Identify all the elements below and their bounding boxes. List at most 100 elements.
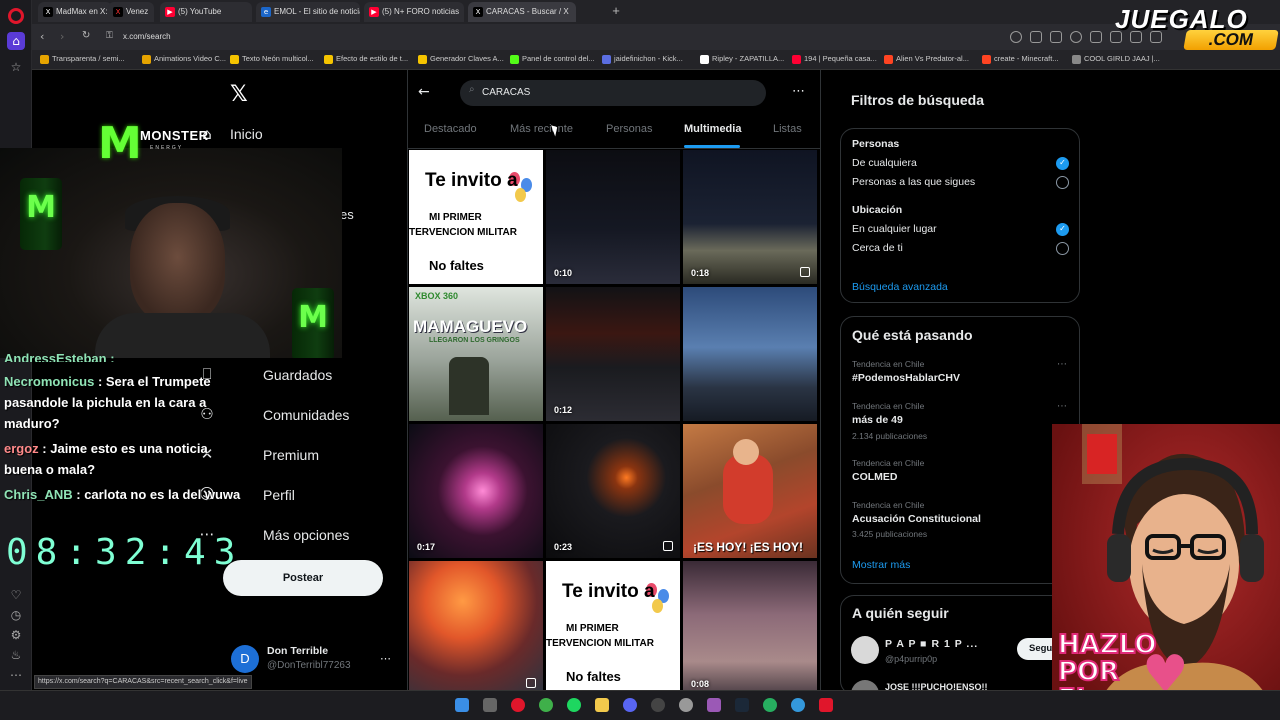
avatar[interactable] (851, 636, 879, 664)
media-tile[interactable]: 0:18 (683, 150, 817, 284)
discord-icon[interactable] (623, 698, 637, 712)
app-icon[interactable] (679, 698, 693, 712)
account-menu-icon[interactable]: ⋯ (380, 652, 391, 665)
search-page-icon[interactable] (1010, 31, 1022, 43)
more-icon[interactable]: ⋯ (1057, 359, 1067, 370)
opera-logo-icon[interactable] (8, 8, 24, 24)
bookmark-item[interactable]: Animations Video C... (142, 54, 226, 64)
media-tile[interactable] (683, 287, 817, 421)
search-input[interactable]: ⌕ CARACAS (460, 80, 766, 106)
radio-near-you[interactable] (1056, 242, 1069, 255)
more-icon[interactable]: ⋯ (7, 666, 25, 684)
post-button[interactable]: Postear (223, 560, 383, 596)
bookmark-item[interactable]: Panel de control del... (510, 54, 595, 64)
bookmark-item[interactable]: 194 | Pequeña casa... (792, 54, 877, 64)
heart-icon[interactable]: ♡ (7, 586, 25, 604)
task-view-icon[interactable] (483, 698, 497, 712)
obs-icon[interactable] (651, 698, 665, 712)
media-tile[interactable]: 0:12 (546, 287, 680, 421)
filter-anywhere[interactable]: En cualquier lugar (852, 223, 937, 235)
xbox-icon[interactable] (539, 698, 553, 712)
media-tile[interactable]: Te invito a MI PRIMER TERVENCION MILITAR No… (409, 150, 543, 284)
bookmark-item[interactable]: Transparenta / semi... (40, 54, 125, 64)
app-icon[interactable] (763, 698, 777, 712)
search-settings-icon[interactable]: ⋯ (792, 84, 805, 99)
back-arrow-icon[interactable]: ← (418, 84, 430, 100)
spotify-icon[interactable] (567, 698, 581, 712)
more-icon[interactable]: ⋯ (1057, 401, 1067, 412)
trend-name[interactable]: COLMED (852, 471, 898, 483)
bookmark-item[interactable]: jaidefinichon - Kick... (602, 54, 683, 64)
back-icon[interactable]: ‹ (40, 30, 44, 43)
check-icon[interactable]: ✓ (1056, 223, 1069, 236)
media-tile[interactable]: 0:10 (546, 150, 680, 284)
show-more-link[interactable]: Mostrar más (852, 559, 910, 571)
bookmark-item[interactable]: Efecto de estilo de t... (324, 54, 408, 64)
media-tile[interactable]: XBOX 360 MAMAGUEVO LLEGARON LOS GRINGOS (409, 287, 543, 421)
windows-start-icon[interactable] (455, 698, 469, 712)
tab-personas[interactable]: Personas (606, 123, 652, 135)
tab-n-foro[interactable]: ▶ (5) N+ FORO noticias (364, 2, 464, 22)
tab-madmax[interactable]: X MadMax en X: " (38, 2, 112, 22)
bookmark-item[interactable]: Texto Neón multicol... (230, 54, 314, 64)
tab-destacado[interactable]: Destacado (424, 123, 477, 135)
nav-comunidades[interactable]: Comunidades (263, 407, 349, 423)
pin-icon[interactable]: ☆ (7, 58, 25, 76)
translate-icon[interactable] (1030, 31, 1042, 43)
check-icon[interactable]: ✓ (1056, 157, 1069, 170)
nav-premium[interactable]: Premium (263, 447, 319, 463)
tab-listas[interactable]: Listas (773, 123, 802, 135)
media-tile[interactable]: ¡ES HOY! ¡ES HOY! (683, 424, 817, 558)
bookmark-item[interactable]: Generador Claves A... (418, 54, 504, 64)
heart-icon[interactable] (1090, 31, 1102, 43)
avatar[interactable]: D (231, 645, 259, 673)
media-tile[interactable]: 0:23 (546, 424, 680, 558)
bookmark-item[interactable]: Ripley - ZAPATILLA... (700, 54, 784, 64)
site-lock-icon[interactable]: ⚿ (106, 31, 113, 41)
home-icon[interactable]: ⌂ (7, 32, 25, 50)
filter-anyone[interactable]: De cualquiera (852, 157, 917, 169)
account-name[interactable]: Don Terrible (267, 645, 328, 657)
filter-following[interactable]: Personas a las que sigues (852, 176, 975, 188)
tab-youtube[interactable]: ▶ (5) YouTube (160, 2, 252, 22)
radio-following[interactable] (1056, 176, 1069, 189)
forward-icon[interactable]: › (60, 30, 64, 43)
tab-multimedia[interactable]: Multimedia (684, 123, 741, 135)
shield-icon[interactable] (1070, 31, 1082, 43)
settings-icon[interactable]: ⚙ (7, 626, 25, 644)
bookmark-item[interactable]: Alien Vs Predator-al... (884, 54, 969, 64)
tab-caracas-search[interactable]: X CARACAS - Buscar / X (468, 2, 576, 22)
follow-name[interactable]: P A P ■ R 1 P ... (885, 638, 978, 650)
bookmark-item[interactable]: create - Minecraft... (982, 54, 1059, 64)
steam-icon[interactable] (735, 698, 749, 712)
tab-mas-reciente[interactable]: Más reciente (510, 123, 573, 135)
advanced-search-link[interactable]: Búsqueda avanzada (852, 281, 948, 293)
app-icon[interactable] (791, 698, 805, 712)
opera-icon[interactable] (511, 698, 525, 712)
nav-inicio[interactable]: Inicio (230, 126, 263, 142)
media-tile[interactable]: 0:08 (683, 561, 817, 695)
nav-perfil[interactable]: Perfil (263, 487, 295, 503)
folder-icon[interactable] (595, 698, 609, 712)
trend-name[interactable]: Acusación Constitucional (852, 513, 981, 525)
x-logo-icon[interactable]: 𝕏 (230, 82, 248, 107)
nav-notificaciones[interactable]: es (340, 207, 354, 222)
url-field[interactable]: x.com/search (123, 32, 171, 41)
nav-mas-opciones[interactable]: Más opciones (263, 527, 349, 543)
nav-guardados[interactable]: Guardados (263, 367, 332, 383)
filter-near-you[interactable]: Cerca de ti (852, 242, 903, 254)
bookmark-item[interactable]: COOL GIRLD JAAJ |... (1072, 54, 1160, 64)
reload-icon[interactable]: ↻ (82, 30, 90, 41)
app-icon[interactable] (819, 698, 833, 712)
tab-venez[interactable]: X Venez (108, 2, 154, 22)
history-icon[interactable]: ◷ (7, 606, 25, 624)
new-tab-button[interactable]: + (610, 4, 622, 17)
tab-emol[interactable]: e EMOL - El sitio de noticias (256, 2, 360, 22)
media-tile[interactable]: 0:17 (409, 424, 543, 558)
trend-name[interactable]: #PodemosHablarCHV (852, 372, 960, 384)
app-icon[interactable] (707, 698, 721, 712)
media-tile[interactable] (409, 561, 543, 695)
camera-icon[interactable] (1050, 31, 1062, 43)
media-tile[interactable]: Te invito a MI PRIMER TERVENCION MILITAR No… (546, 561, 680, 695)
trend-name[interactable]: más de 49 (852, 414, 903, 426)
